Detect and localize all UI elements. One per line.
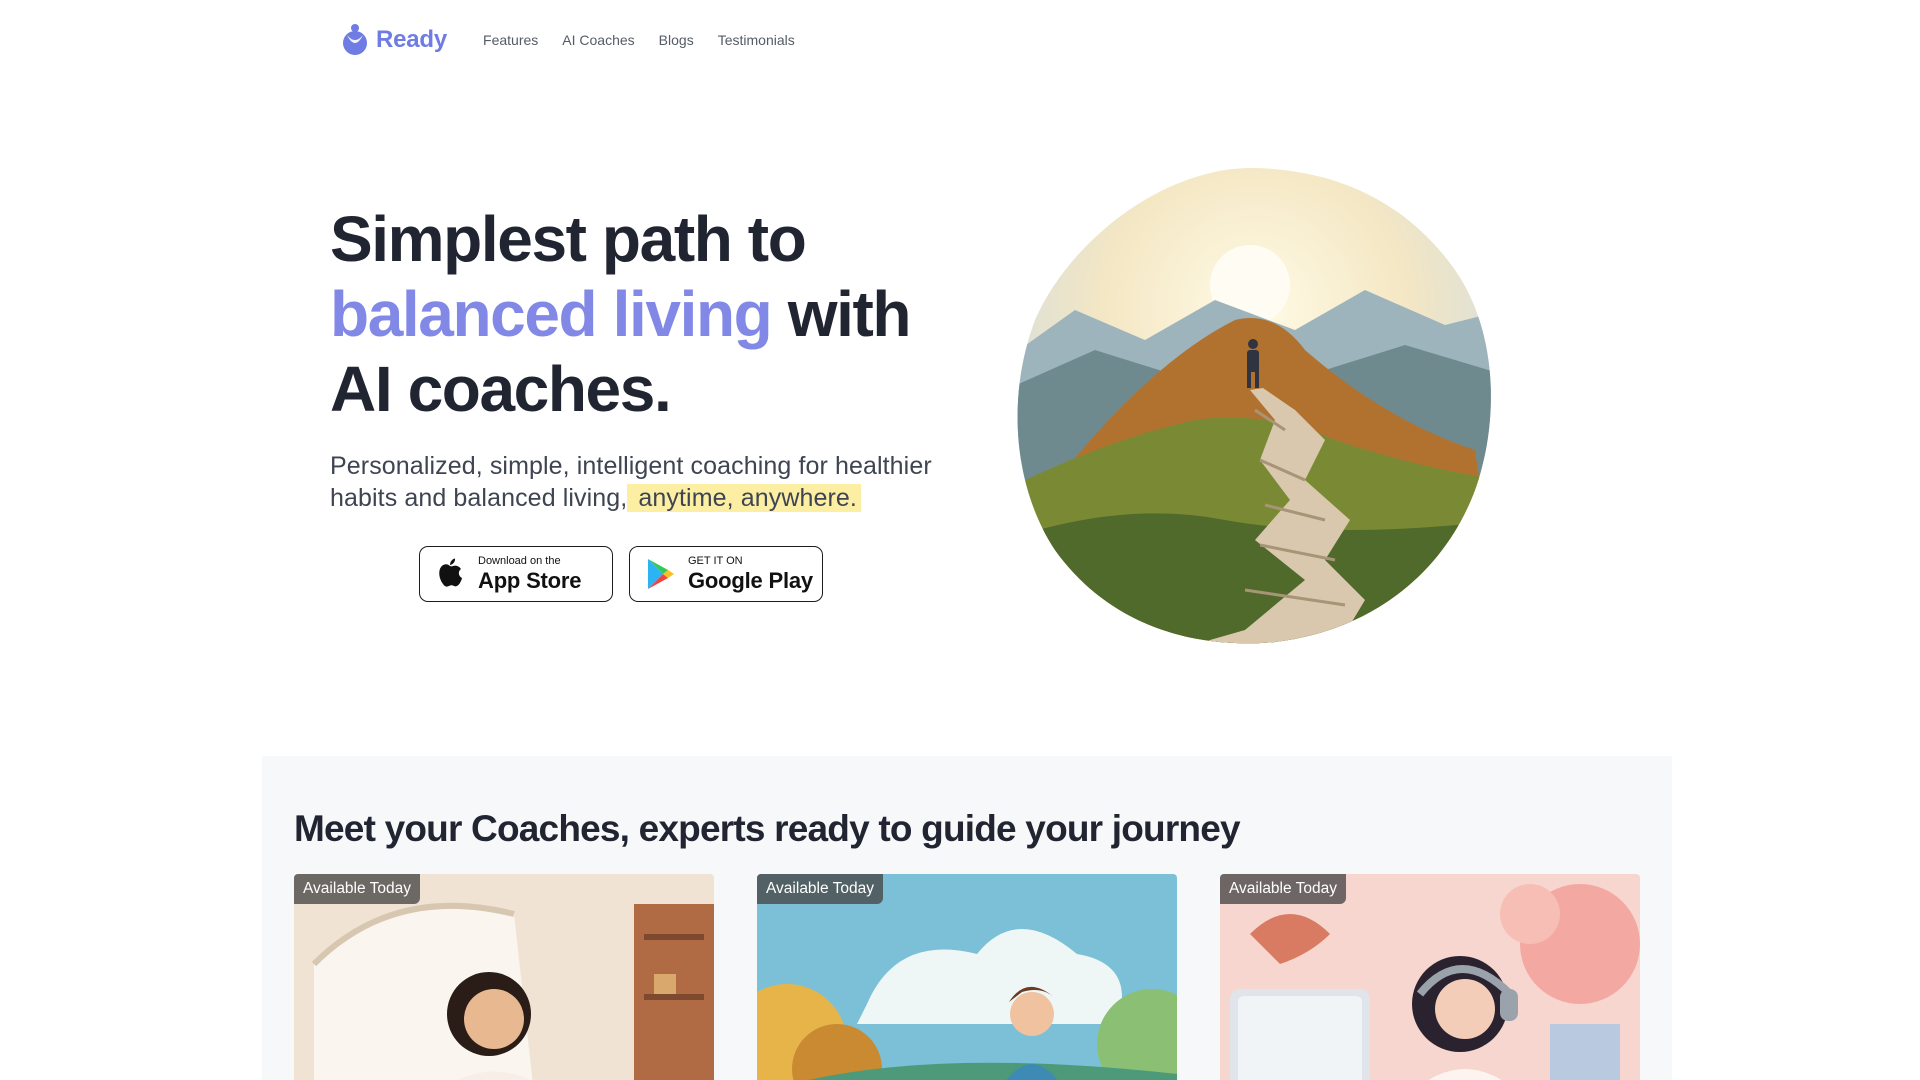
top-nav: Ready Features AI Coaches Blogs Testimon…	[340, 22, 795, 58]
coach-card[interactable]: Available Today	[757, 874, 1177, 1080]
hero-title-after-accent: with	[771, 278, 912, 350]
apple-icon	[439, 558, 462, 587]
availability-badge: Available Today	[757, 874, 884, 904]
coach-portrait-image	[294, 874, 714, 1080]
hero-title-line1: Simplest path to	[330, 203, 807, 275]
coaches-title: Meet your Coaches, experts ready to guid…	[294, 808, 1241, 849]
app-store-big-label: App Store	[478, 568, 582, 593]
google-play-big-label: Google Play	[688, 568, 813, 593]
brand-name: Ready	[376, 26, 448, 53]
coach-portrait-image	[1220, 874, 1640, 1080]
nav-link-features[interactable]: Features	[483, 32, 538, 48]
hero-subtitle-highlight: anytime, anywhere.	[627, 484, 861, 512]
nav-link-testimonials[interactable]: Testimonials	[718, 32, 795, 48]
app-store-button[interactable]: Download on the App Store	[419, 546, 613, 602]
hero-illustration	[1017, 167, 1491, 644]
google-play-text: GET IT ON Google Play	[688, 556, 813, 592]
coaches-section: Meet your Coaches, experts ready to guid…	[262, 756, 1672, 1080]
coach-portrait-image	[757, 874, 1177, 1080]
availability-badge: Available Today	[294, 874, 421, 904]
google-play-icon	[648, 559, 674, 589]
google-play-small-label: GET IT ON	[688, 555, 743, 567]
logo-icon	[343, 24, 367, 55]
nav-link-blogs[interactable]: Blogs	[659, 32, 694, 48]
hero-title: Simplest path to balanced living with AI…	[330, 202, 950, 427]
coach-card[interactable]: Available Today	[294, 874, 714, 1080]
hero-subtitle: Personalized, simple, intelligent coachi…	[330, 450, 970, 514]
google-play-button[interactable]: GET IT ON Google Play	[629, 546, 823, 602]
availability-badge: Available Today	[1220, 874, 1347, 904]
hero-title-line3: AI coaches.	[330, 353, 672, 425]
coach-card[interactable]: Available Today	[1220, 874, 1640, 1080]
store-buttons: Download on the App Store GET IT ON Goog…	[419, 546, 823, 602]
app-store-small-label: Download on the	[478, 555, 561, 567]
app-store-text: Download on the App Store	[478, 555, 582, 593]
brand-logo[interactable]: Ready	[340, 23, 447, 57]
nav-link-ai-coaches[interactable]: AI Coaches	[562, 32, 634, 48]
hero-title-accent: balanced living	[330, 278, 773, 350]
nav-links: Features AI Coaches Blogs Testimonials	[483, 32, 795, 48]
